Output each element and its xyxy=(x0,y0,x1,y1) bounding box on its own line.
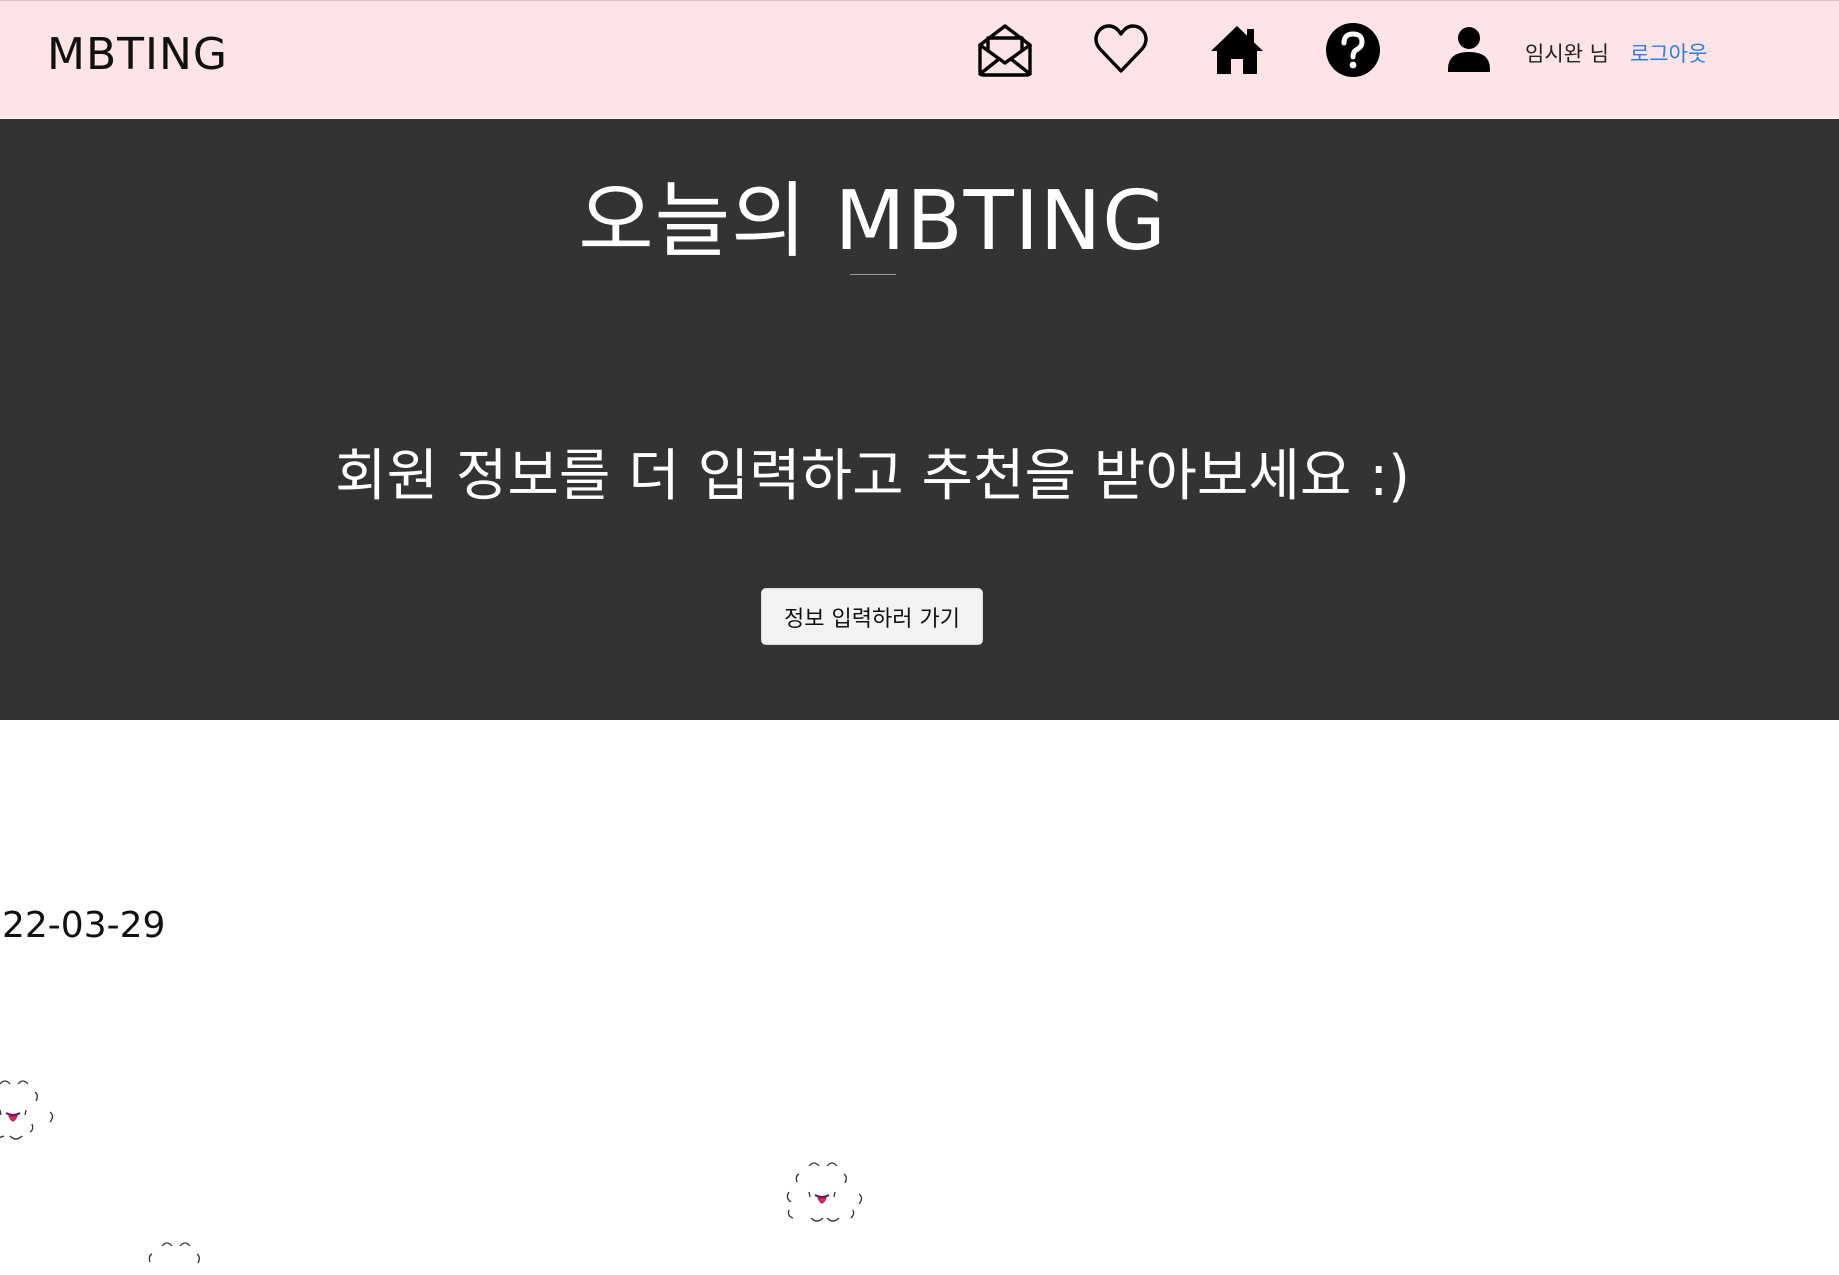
user-name: 임시완 님 xyxy=(1525,42,1609,66)
hero-divider xyxy=(850,274,896,275)
envelope-icon[interactable] xyxy=(976,21,1034,79)
hero-title: 오늘의 MBTING xyxy=(578,174,1167,269)
date-text: 22-03-29 xyxy=(2,905,166,946)
heart-icon[interactable] xyxy=(1092,21,1150,79)
home-icon[interactable] xyxy=(1208,21,1266,79)
brand-logo[interactable]: MBTING xyxy=(47,29,228,80)
ghost-icon xyxy=(0,1070,82,1160)
logout-link[interactable]: 로그아웃 xyxy=(1630,38,1707,68)
page: MBTING 임시완 님 로그아웃 오늘의 MBTING 회원 정보를 더 입력… xyxy=(0,0,1839,1275)
help-icon[interactable] xyxy=(1324,21,1382,79)
ghost-icon xyxy=(775,1152,885,1242)
user-icon[interactable] xyxy=(1440,21,1498,79)
ghost-icon xyxy=(128,1232,238,1275)
top-navbar: MBTING 임시완 님 로그아웃 xyxy=(0,0,1839,118)
enter-info-button[interactable]: 정보 입력하러 가기 xyxy=(761,588,983,645)
hero-subtitle: 회원 정보를 더 입력하고 추천을 받아보세요 :) xyxy=(335,444,1410,509)
hero-section: 오늘의 MBTING 회원 정보를 더 입력하고 추천을 받아보세요 :) 정보… xyxy=(0,119,1839,720)
